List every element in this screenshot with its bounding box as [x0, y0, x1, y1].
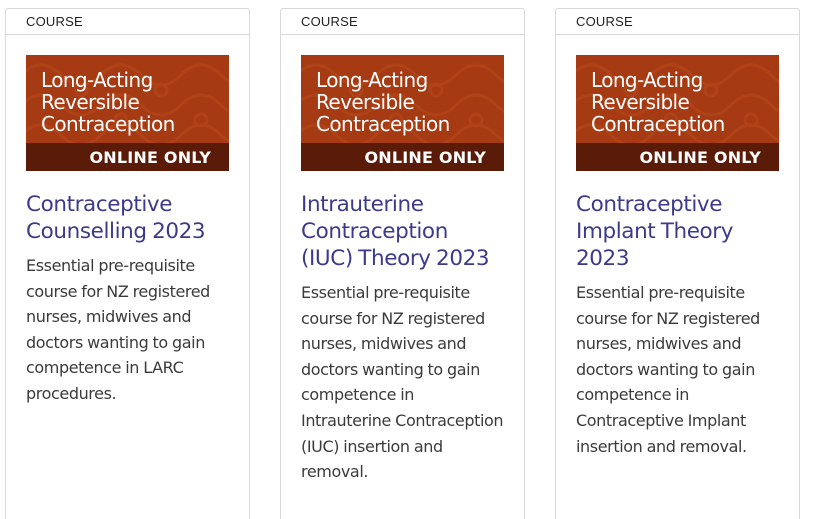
- course-title-link[interactable]: Contraceptive Counselling 2023: [26, 191, 229, 245]
- course-card[interactable]: COURSE Long-Acting Reversible Contracept…: [280, 8, 525, 519]
- course-card[interactable]: COURSE Long-Acting Reversible Contracept…: [555, 8, 800, 519]
- course-type-tag: COURSE: [5, 8, 250, 35]
- course-card[interactable]: COURSE Long-Acting Reversible Contracept…: [5, 8, 250, 519]
- course-banner-image[interactable]: Long-Acting Reversible Contraception ONL…: [26, 55, 229, 171]
- banner-heading: Long-Acting Reversible Contraception: [41, 68, 175, 136]
- banner-strip: ONLINE ONLY: [576, 143, 779, 171]
- course-type-tag: COURSE: [555, 8, 800, 35]
- course-description: Essential pre-requisite course for NZ re…: [576, 283, 760, 456]
- course-card-body: Long-Acting Reversible Contraception ONL…: [280, 35, 525, 519]
- course-banner-image[interactable]: Long-Acting Reversible Contraception ONL…: [301, 55, 504, 171]
- course-type-tag: COURSE: [280, 8, 525, 35]
- online-only-label: ONLINE ONLY: [364, 148, 486, 167]
- course-banner-image[interactable]: Long-Acting Reversible Contraception ONL…: [576, 55, 779, 171]
- course-description: Essential pre-requisite course for NZ re…: [26, 256, 210, 403]
- course-title-link[interactable]: Intrauterine Contraception (IUC) Theory …: [301, 191, 504, 272]
- course-description: Essential pre-requisite course for NZ re…: [301, 283, 504, 482]
- course-card-body: Long-Acting Reversible Contraception ONL…: [555, 35, 800, 519]
- banner-strip: ONLINE ONLY: [301, 143, 504, 171]
- course-title-link[interactable]: Contraceptive Implant Theory 2023: [576, 191, 779, 272]
- course-catalog: COURSE Long-Acting Reversible Contracept…: [0, 0, 817, 519]
- course-card-body: Long-Acting Reversible Contraception ONL…: [5, 35, 250, 519]
- banner-strip: ONLINE ONLY: [26, 143, 229, 171]
- online-only-label: ONLINE ONLY: [639, 148, 761, 167]
- online-only-label: ONLINE ONLY: [89, 148, 211, 167]
- banner-heading: Long-Acting Reversible Contraception: [591, 68, 725, 136]
- banner-heading: Long-Acting Reversible Contraception: [316, 68, 450, 136]
